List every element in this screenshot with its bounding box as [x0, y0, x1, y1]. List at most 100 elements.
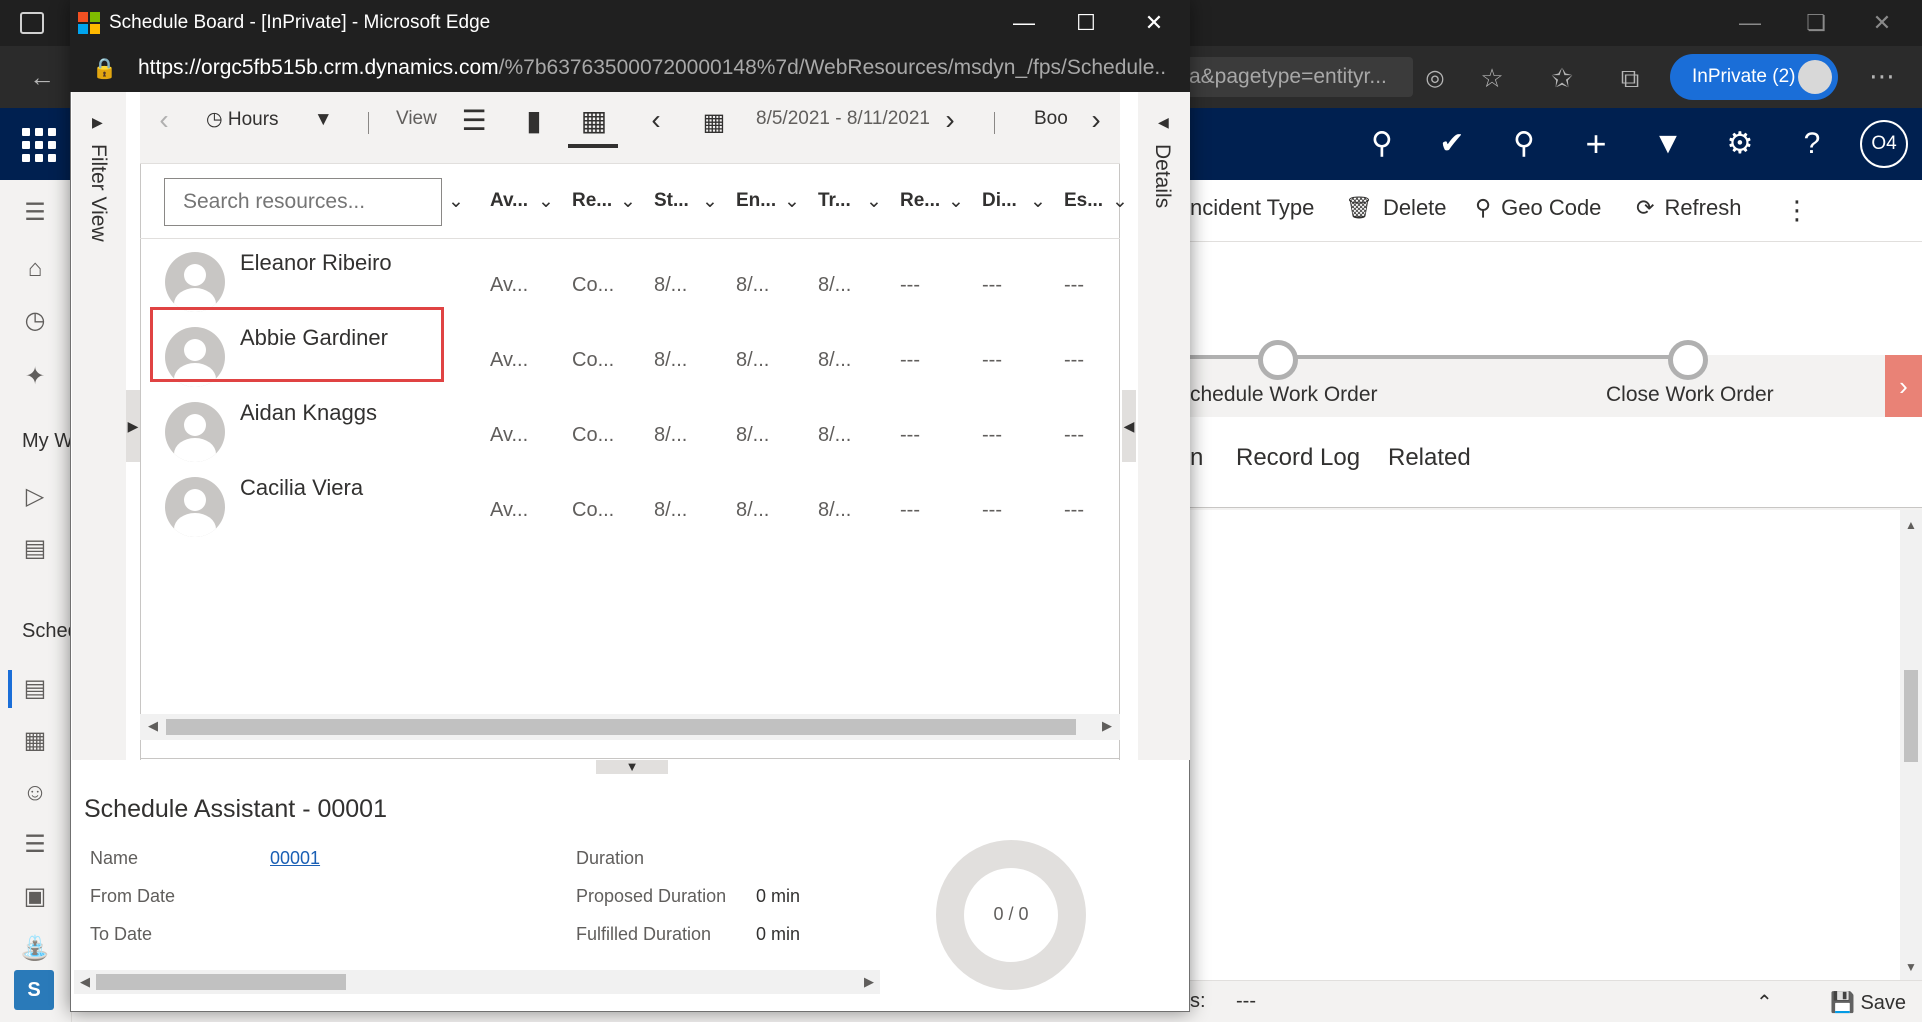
favorites-icon[interactable]: ✩ — [1542, 58, 1582, 98]
more-commands-icon[interactable]: ⋮ — [1784, 195, 1810, 226]
search-sort-chevron-icon[interactable]: ⌄ — [448, 190, 464, 213]
popup-minimize-button[interactable]: — — [1000, 0, 1048, 46]
column-header[interactable]: Es... — [1064, 190, 1103, 212]
pin-icon[interactable]: ✦ — [18, 360, 52, 394]
footer-expand-chevron-icon[interactable]: ⌃ — [1756, 990, 1773, 1015]
grid-scroll-thumb[interactable] — [166, 719, 1076, 735]
lock-icon[interactable]: 🔒 — [92, 56, 118, 82]
name-link[interactable]: 00001 — [270, 848, 320, 869]
popup-close-button[interactable]: ✕ — [1130, 0, 1178, 46]
hamburger-icon[interactable]: ☰ — [18, 196, 52, 230]
column-sort-chevron-icon[interactable]: ⌄ — [1030, 190, 1046, 213]
help-icon[interactable]: ? — [1790, 122, 1834, 166]
assistant-horizontal-scrollbar[interactable]: ◀ ▶ — [74, 970, 880, 994]
next-date-chevron-icon[interactable]: › — [932, 104, 968, 136]
next-stage-chevron-icon[interactable]: › — [1885, 355, 1922, 417]
popup-maximize-button[interactable]: ☐ — [1062, 0, 1110, 46]
column-header[interactable]: Di... — [982, 190, 1017, 212]
resource-name[interactable]: Aidan Knaggs — [240, 400, 377, 426]
column-sort-chevron-icon[interactable]: ⌄ — [1112, 190, 1128, 213]
background-url-field[interactable]: a&pagetype=entityr... — [1183, 57, 1413, 97]
more-options-icon[interactable]: ⋯ — [1862, 56, 1902, 96]
tab-partial[interactable]: n — [1190, 444, 1203, 472]
list-icon[interactable]: ☰ — [18, 828, 52, 862]
column-header[interactable]: Re... — [572, 190, 612, 212]
assistant-scroll-thumb[interactable] — [96, 974, 346, 990]
filter-icon[interactable]: ▼ — [1646, 122, 1690, 166]
lightbulb-icon[interactable]: ⚲ — [1502, 122, 1546, 166]
column-sort-chevron-icon[interactable]: ⌄ — [866, 190, 882, 213]
play-icon[interactable]: ▷ — [18, 480, 52, 514]
resource-name[interactable]: Eleanor Ribeiro — [240, 250, 392, 276]
column-sort-chevron-icon[interactable]: ⌄ — [620, 190, 636, 213]
panel-splitter-chevron-icon[interactable]: ▼ — [596, 760, 668, 774]
column-sort-chevron-icon[interactable]: ⌄ — [702, 190, 718, 213]
back-arrow-icon[interactable]: ← — [22, 57, 62, 97]
scroll-thumb[interactable] — [1904, 670, 1918, 762]
record-vertical-scrollbar[interactable]: ▲ ▼ — [1900, 510, 1922, 980]
stage-label-close[interactable]: Close Work Order — [1606, 383, 1774, 407]
toolbar-scroll-right-chevron-icon[interactable]: › — [1078, 104, 1114, 136]
scroll-left-arrow-icon[interactable]: ◀ — [148, 718, 158, 734]
tab-record-log[interactable]: Record Log — [1236, 444, 1360, 472]
beach-icon[interactable]: ⛲ — [18, 932, 52, 966]
column-sort-chevron-icon[interactable]: ⌄ — [948, 190, 964, 213]
grid-horizontal-scrollbar[interactable]: ◀ ▶ — [140, 714, 1120, 740]
contact-card-icon[interactable]: ▣ — [18, 880, 52, 914]
right-collapse-handle-icon[interactable]: ◀ — [1122, 390, 1136, 462]
refresh-button[interactable]: ⟳ Refresh — [1636, 195, 1741, 221]
expand-filter-arrow-icon[interactable]: ▶ — [92, 114, 103, 131]
prev-date-chevron-icon[interactable]: ‹ — [638, 104, 674, 136]
inprivate-profile-button[interactable]: InPrivate (2) — [1670, 54, 1838, 100]
scroll-up-arrow-icon[interactable]: ▲ — [1900, 518, 1922, 532]
details-panel[interactable]: ◀ Details — [1138, 92, 1190, 760]
column-header[interactable]: Av... — [490, 190, 528, 212]
expand-details-arrow-icon[interactable]: ◀ — [1158, 114, 1169, 131]
resource-row[interactable]: Eleanor Ribeiro Av... Co... 8/... 8/... 8/...… — [140, 242, 1120, 317]
tab-related[interactable]: Related — [1388, 444, 1471, 472]
calendar-picker-icon[interactable]: ▦ — [696, 108, 732, 137]
geo-code-button[interactable]: ⚲ Geo Code — [1475, 195, 1601, 221]
settings-gear-icon[interactable]: ⚙ — [1718, 122, 1762, 166]
home-icon[interactable]: ⌂ — [18, 252, 52, 286]
collections-icon[interactable]: ⧉ — [1610, 58, 1650, 98]
popup-url[interactable]: https://orgc5fb515b.crm.dynamics.com/%7b… — [138, 56, 1168, 80]
schedule-icon[interactable]: ▤ — [18, 532, 52, 566]
column-header[interactable]: Re... — [900, 190, 940, 212]
filter-view-panel[interactable]: ▶ Filter View — [72, 92, 126, 760]
stage-node-close[interactable] — [1668, 340, 1708, 380]
incident-type-button[interactable]: ncident Type — [1190, 195, 1314, 221]
tab-actions-icon[interactable] — [20, 12, 44, 34]
table-view-icon[interactable]: ▦ — [576, 104, 612, 137]
assistant-scroll-right-icon[interactable]: ▶ — [864, 974, 874, 990]
calendar-icon[interactable]: ▦ — [18, 724, 52, 758]
stage-label-schedule[interactable]: chedule Work Order — [1190, 383, 1378, 407]
footer-save-button[interactable]: 💾 Save — [1830, 990, 1906, 1015]
list-view-icon[interactable]: ☰ — [456, 104, 492, 137]
bg-close-button[interactable]: ✕ — [1862, 0, 1902, 46]
time-scale-dropdown[interactable]: ◷ Hours ▼ — [206, 108, 333, 131]
resource-row[interactable]: Cacilia Viera Av... Co... 8/... 8/... 8/... --… — [140, 467, 1120, 542]
search-resources-input[interactable] — [164, 178, 442, 226]
gantt-view-icon[interactable]: ▮ — [516, 104, 552, 137]
new-record-icon[interactable]: + — [1574, 122, 1618, 166]
stage-node-schedule[interactable] — [1258, 340, 1298, 380]
user-initials-avatar[interactable]: O4 — [1860, 120, 1908, 168]
column-header[interactable]: Tr... — [818, 190, 851, 212]
tracking-prevention-icon[interactable]: ◎ — [1415, 58, 1455, 98]
bg-minimize-button[interactable]: — — [1730, 0, 1770, 46]
add-favorite-icon[interactable]: ☆ — [1472, 58, 1512, 98]
area-switcher-avatar[interactable]: S — [14, 970, 54, 1010]
resource-row[interactable]: Aidan Knaggs Av... Co... 8/... 8/... 8/... ---… — [140, 392, 1120, 467]
column-sort-chevron-icon[interactable]: ⌄ — [784, 190, 800, 213]
task-flow-icon[interactable]: ✔ — [1430, 122, 1474, 166]
book-button[interactable]: Boo — [1034, 108, 1068, 130]
recent-clock-icon[interactable]: ◷ — [18, 304, 52, 338]
resource-name[interactable]: Cacilia Viera — [240, 475, 363, 501]
date-range-label[interactable]: 8/5/2021 - 8/11/2021 — [756, 108, 930, 130]
scroll-right-arrow-icon[interactable]: ▶ — [1102, 718, 1112, 734]
work-orders-icon[interactable]: ▤ — [18, 672, 52, 706]
assistant-scroll-left-icon[interactable]: ◀ — [80, 974, 90, 990]
column-header[interactable]: St... — [654, 190, 689, 212]
delete-button[interactable]: 🗑 Delete — [1345, 195, 1447, 221]
